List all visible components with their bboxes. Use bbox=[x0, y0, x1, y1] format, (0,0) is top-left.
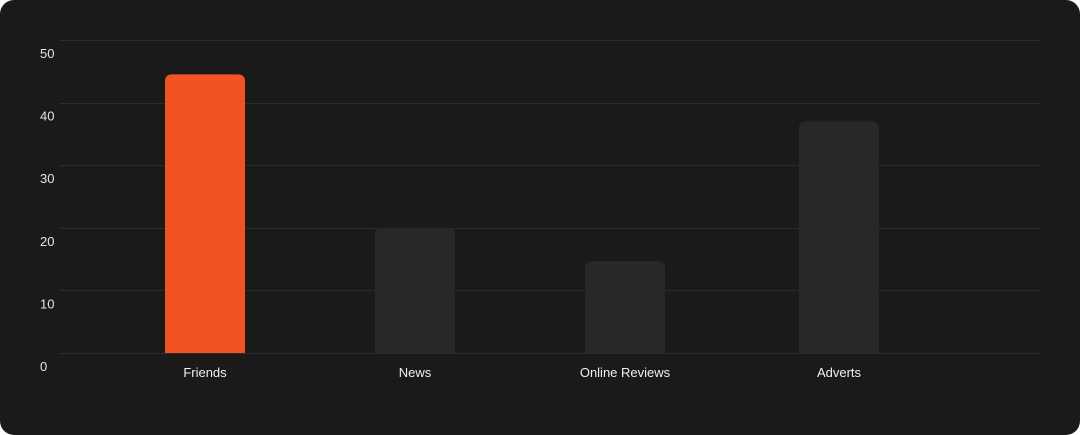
bar-friends bbox=[165, 74, 245, 354]
y-tick-label: 30 bbox=[40, 171, 54, 186]
x-axis-labels: Friends News Online Reviews Adverts bbox=[183, 365, 861, 380]
bar-online-reviews bbox=[585, 260, 665, 353]
x-tick-label: Friends bbox=[183, 365, 227, 380]
y-tick-label: 0 bbox=[40, 359, 47, 374]
x-tick-label: Online Reviews bbox=[580, 365, 671, 380]
y-axis-ticks: 0 10 20 30 40 50 bbox=[40, 46, 54, 374]
bars bbox=[165, 74, 879, 354]
y-tick-label: 50 bbox=[40, 46, 54, 61]
y-tick-label: 40 bbox=[40, 109, 54, 124]
bar-adverts bbox=[799, 121, 879, 353]
x-tick-label: News bbox=[399, 365, 432, 380]
y-tick-label: 10 bbox=[40, 296, 54, 311]
chart-card: 0 10 20 30 40 50 Friends News Online Reviews Adv… bbox=[0, 0, 1080, 435]
bar-news bbox=[375, 227, 455, 353]
bar-chart: 0 10 20 30 40 50 Friends News Online Reviews Adv… bbox=[40, 40, 1040, 380]
y-tick-label: 20 bbox=[40, 234, 54, 249]
x-tick-label: Adverts bbox=[817, 365, 862, 380]
